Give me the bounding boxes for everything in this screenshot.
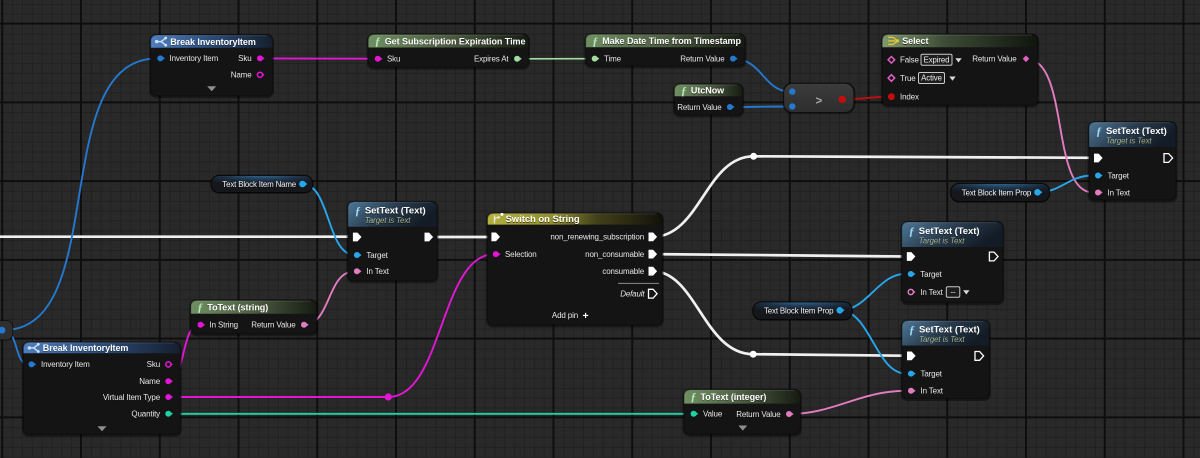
svg-text:ƒ: ƒ bbox=[909, 325, 915, 337]
svg-text:ƒ: ƒ bbox=[691, 392, 697, 404]
svg-text:Virtual Item Type: Virtual Item Type bbox=[103, 393, 161, 402]
svg-text:non_consumable: non_consumable bbox=[585, 250, 645, 259]
svg-text:Return Value: Return Value bbox=[680, 54, 725, 63]
svg-text:Return Value: Return Value bbox=[736, 410, 781, 419]
svg-text:+: + bbox=[583, 310, 589, 322]
svg-text:Text Block Item Prop: Text Block Item Prop bbox=[764, 307, 834, 316]
svg-text:Text Block Item Name: Text Block Item Name bbox=[222, 180, 296, 189]
svg-text:Break InventoryItem: Break InventoryItem bbox=[43, 343, 129, 353]
svg-text:In Text: In Text bbox=[366, 267, 389, 276]
svg-text:ƒ: ƒ bbox=[197, 302, 203, 314]
svg-text:Return Value: Return Value bbox=[251, 321, 296, 330]
svg-text:Text Block Item Prop: Text Block Item Prop bbox=[962, 188, 1032, 197]
svg-text:ƒ: ƒ bbox=[375, 36, 381, 48]
svg-text:Target: Target bbox=[920, 270, 942, 279]
svg-text:Target is Text: Target is Text bbox=[919, 237, 965, 246]
svg-text:False: False bbox=[900, 56, 920, 65]
svg-text:Name: Name bbox=[139, 377, 160, 386]
svg-text:ƒ: ƒ bbox=[355, 206, 361, 218]
svg-text:Switch on String: Switch on String bbox=[506, 214, 580, 225]
svg-text:Default: Default bbox=[620, 290, 645, 299]
svg-text:Target: Target bbox=[1108, 171, 1130, 180]
svg-text:ToText (string): ToText (string) bbox=[207, 302, 268, 312]
svg-text:consumable: consumable bbox=[602, 267, 644, 276]
svg-text:Break InventoryItem: Break InventoryItem bbox=[170, 37, 256, 47]
svg-text:Sku: Sku bbox=[238, 54, 251, 63]
svg-text:Target: Target bbox=[921, 369, 943, 378]
svg-text:ToText (integer): ToText (integer) bbox=[701, 392, 767, 402]
svg-text:Quantity: Quantity bbox=[131, 410, 160, 419]
svg-text:Index: Index bbox=[900, 93, 919, 102]
svg-text:--: -- bbox=[951, 288, 956, 297]
svg-text:Make Date Time from Timestamp: Make Date Time from Timestamp bbox=[602, 36, 741, 46]
svg-text:>: > bbox=[815, 95, 822, 107]
svg-text:SetText (Text): SetText (Text) bbox=[919, 226, 980, 237]
svg-text:ƒ: ƒ bbox=[592, 36, 598, 48]
svg-text:Inventory Item: Inventory Item bbox=[170, 54, 219, 63]
svg-text:Active: Active bbox=[921, 74, 942, 83]
svg-text:non_renewing_subscription: non_renewing_subscription bbox=[550, 233, 644, 242]
svg-text:ƒ: ƒ bbox=[909, 226, 915, 238]
svg-text:In Text: In Text bbox=[920, 288, 943, 297]
svg-text:Target is Text: Target is Text bbox=[365, 216, 411, 225]
svg-text:In Text: In Text bbox=[921, 387, 944, 396]
svg-text:Inventory Item: Inventory Item bbox=[41, 360, 90, 369]
svg-text:SetText (Text): SetText (Text) bbox=[919, 325, 980, 336]
svg-text:Selection: Selection bbox=[505, 250, 537, 259]
svg-text:Sku: Sku bbox=[387, 55, 400, 64]
svg-text:Value: Value bbox=[703, 410, 723, 419]
svg-text:Target: Target bbox=[366, 251, 388, 260]
svg-text:In Text: In Text bbox=[1108, 188, 1131, 197]
svg-text:Return Value: Return Value bbox=[677, 103, 722, 112]
svg-text:Add pin: Add pin bbox=[552, 311, 578, 320]
svg-text:Expires At: Expires At bbox=[474, 55, 509, 64]
svg-text:Target is Text: Target is Text bbox=[919, 335, 965, 344]
svg-text:Return Value: Return Value bbox=[972, 55, 1017, 64]
svg-text:Get Subscription Expiration Ti: Get Subscription Expiration Time bbox=[385, 36, 526, 46]
svg-text:ƒ: ƒ bbox=[681, 85, 687, 97]
svg-text:Name: Name bbox=[231, 71, 252, 80]
svg-text:Select: Select bbox=[902, 36, 928, 46]
svg-text:Target is Text: Target is Text bbox=[1106, 137, 1152, 146]
svg-text:Sku: Sku bbox=[147, 360, 160, 369]
svg-text:In String: In String bbox=[210, 321, 238, 330]
svg-text:True: True bbox=[900, 74, 916, 83]
svg-text:UtcNow: UtcNow bbox=[691, 86, 725, 96]
svg-text:ƒ: ƒ bbox=[1096, 126, 1102, 138]
svg-text:Time: Time bbox=[604, 54, 622, 63]
svg-text:Expired: Expired bbox=[924, 56, 950, 65]
svg-text:SetText (Text): SetText (Text) bbox=[1106, 126, 1167, 137]
svg-text:SetText (Text): SetText (Text) bbox=[365, 206, 426, 217]
